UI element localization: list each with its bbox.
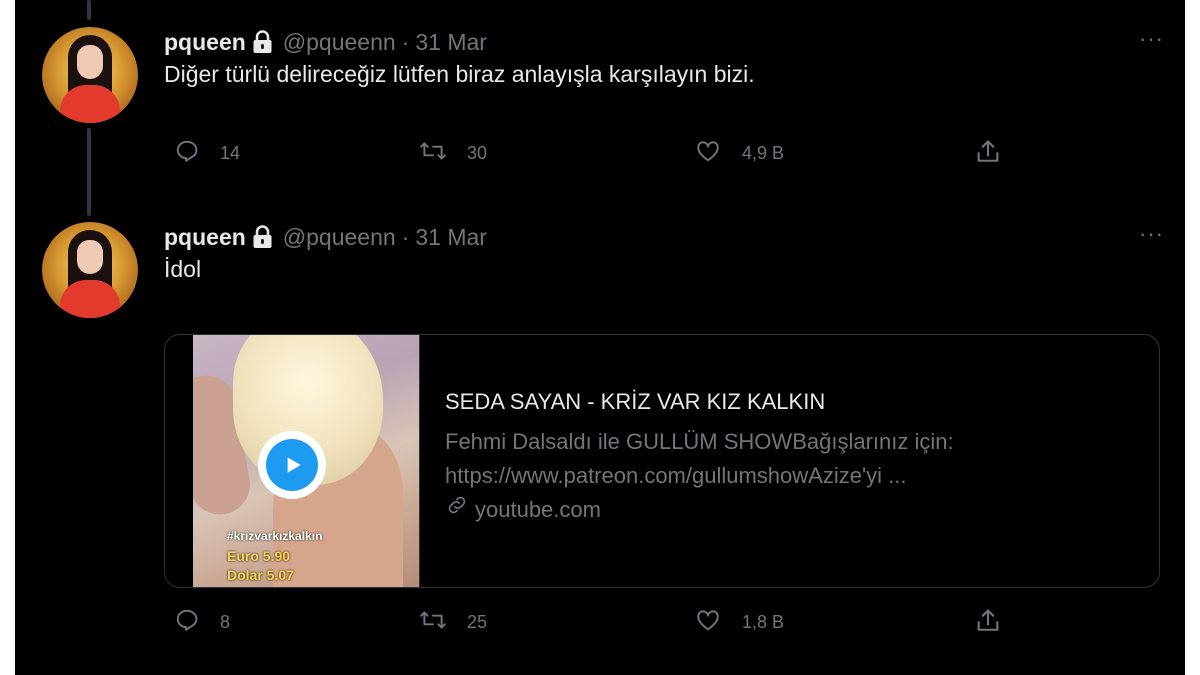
thumbnail-euro: Euro 5.90	[227, 548, 291, 564]
card-description-line: https://www.patreon.com/gullumshowAzize'…	[445, 463, 907, 488]
play-icon[interactable]	[258, 431, 326, 499]
lock-icon	[252, 225, 273, 249]
card-divider	[419, 335, 420, 587]
retweet-count: 30	[467, 143, 488, 163]
avatar[interactable]	[42, 27, 138, 123]
thread-line-connector	[87, 128, 91, 216]
thumbnail-hashtag: #krizvarkızkalkın	[227, 529, 323, 543]
tweet-header: pqueen @pqueenn · 31 Mar ···	[164, 27, 1164, 57]
separator-dot: ·	[401, 223, 410, 250]
reply-count: 8	[220, 612, 231, 632]
like-button[interactable]: 1,8 B	[694, 607, 784, 638]
tweet-header: pqueen @pqueenn · 31 Mar ···	[164, 222, 1164, 252]
share-button[interactable]	[974, 138, 1002, 171]
tweet-content: pqueen @pqueenn · 31 Mar ··· Diğer türlü…	[164, 27, 1164, 164]
separator-dot: ·	[401, 28, 410, 55]
video-thumbnail[interactable]: #krizvarkızkalkın Euro 5.90 Dolar 5.07	[193, 335, 419, 587]
user-handle[interactable]: @pqueenn	[283, 29, 396, 56]
retweet-button[interactable]: 30	[419, 138, 487, 169]
thread-line-top	[87, 0, 91, 20]
thumbnail-dolar: Dolar 5.07	[227, 567, 294, 583]
like-button[interactable]: 4,9 B	[694, 138, 784, 169]
tweet-date[interactable]: 31 Mar	[415, 29, 487, 56]
card-domain-text: youtube.com	[475, 497, 601, 522]
more-icon[interactable]: ···	[1139, 27, 1164, 51]
like-count: 1,8 B	[742, 612, 785, 632]
card-domain: youtube.com	[445, 493, 1135, 527]
tweet-text: İdol	[164, 256, 202, 282]
reply-button[interactable]: 8	[174, 607, 230, 638]
timeline: pqueen @pqueenn · 31 Mar ··· Diğer türlü…	[15, 0, 1185, 675]
user-handle[interactable]: @pqueenn	[283, 224, 396, 251]
share-icon	[974, 607, 1002, 640]
link-icon	[445, 493, 469, 527]
like-icon	[694, 138, 722, 169]
tweet-text: Diğer türlü delireceğiz lütfen biraz anl…	[164, 61, 755, 87]
reply-icon	[174, 607, 200, 638]
like-icon	[694, 607, 722, 638]
card-text: SEDA SAYAN - KRİZ VAR KIZ KALKIN Fehmi D…	[445, 387, 1135, 527]
lock-icon	[252, 30, 273, 54]
tweet-actions: 8 25 1,8 B	[164, 607, 1004, 647]
tweet-date[interactable]: 31 Mar	[415, 224, 487, 251]
retweet-count: 25	[467, 612, 488, 632]
share-button[interactable]	[974, 607, 1002, 640]
share-icon	[974, 138, 1002, 171]
card-description-line: Fehmi Dalsaldı ile GULLÜM SHOWBağışların…	[445, 429, 954, 454]
card-description: Fehmi Dalsaldı ile GULLÜM SHOWBağışların…	[445, 425, 1135, 493]
link-card[interactable]: #krizvarkızkalkın Euro 5.90 Dolar 5.07 S…	[164, 334, 1160, 588]
retweet-button[interactable]: 25	[419, 607, 487, 638]
tweet-actions: 14 30 4,9 B	[164, 138, 1004, 178]
retweet-icon	[419, 138, 447, 169]
reply-icon	[174, 138, 200, 169]
card-title: SEDA SAYAN - KRİZ VAR KIZ KALKIN	[445, 389, 826, 414]
more-icon[interactable]: ···	[1139, 222, 1164, 246]
reply-button[interactable]: 14	[174, 138, 240, 169]
reply-count: 14	[220, 143, 241, 163]
like-count: 4,9 B	[742, 143, 785, 163]
avatar[interactable]	[42, 222, 138, 318]
tweet-content: pqueen @pqueenn · 31 Mar ··· İdol #krizv…	[164, 222, 1164, 632]
display-name[interactable]: pqueen	[164, 29, 246, 56]
display-name[interactable]: pqueen	[164, 224, 246, 251]
retweet-icon	[419, 607, 447, 638]
